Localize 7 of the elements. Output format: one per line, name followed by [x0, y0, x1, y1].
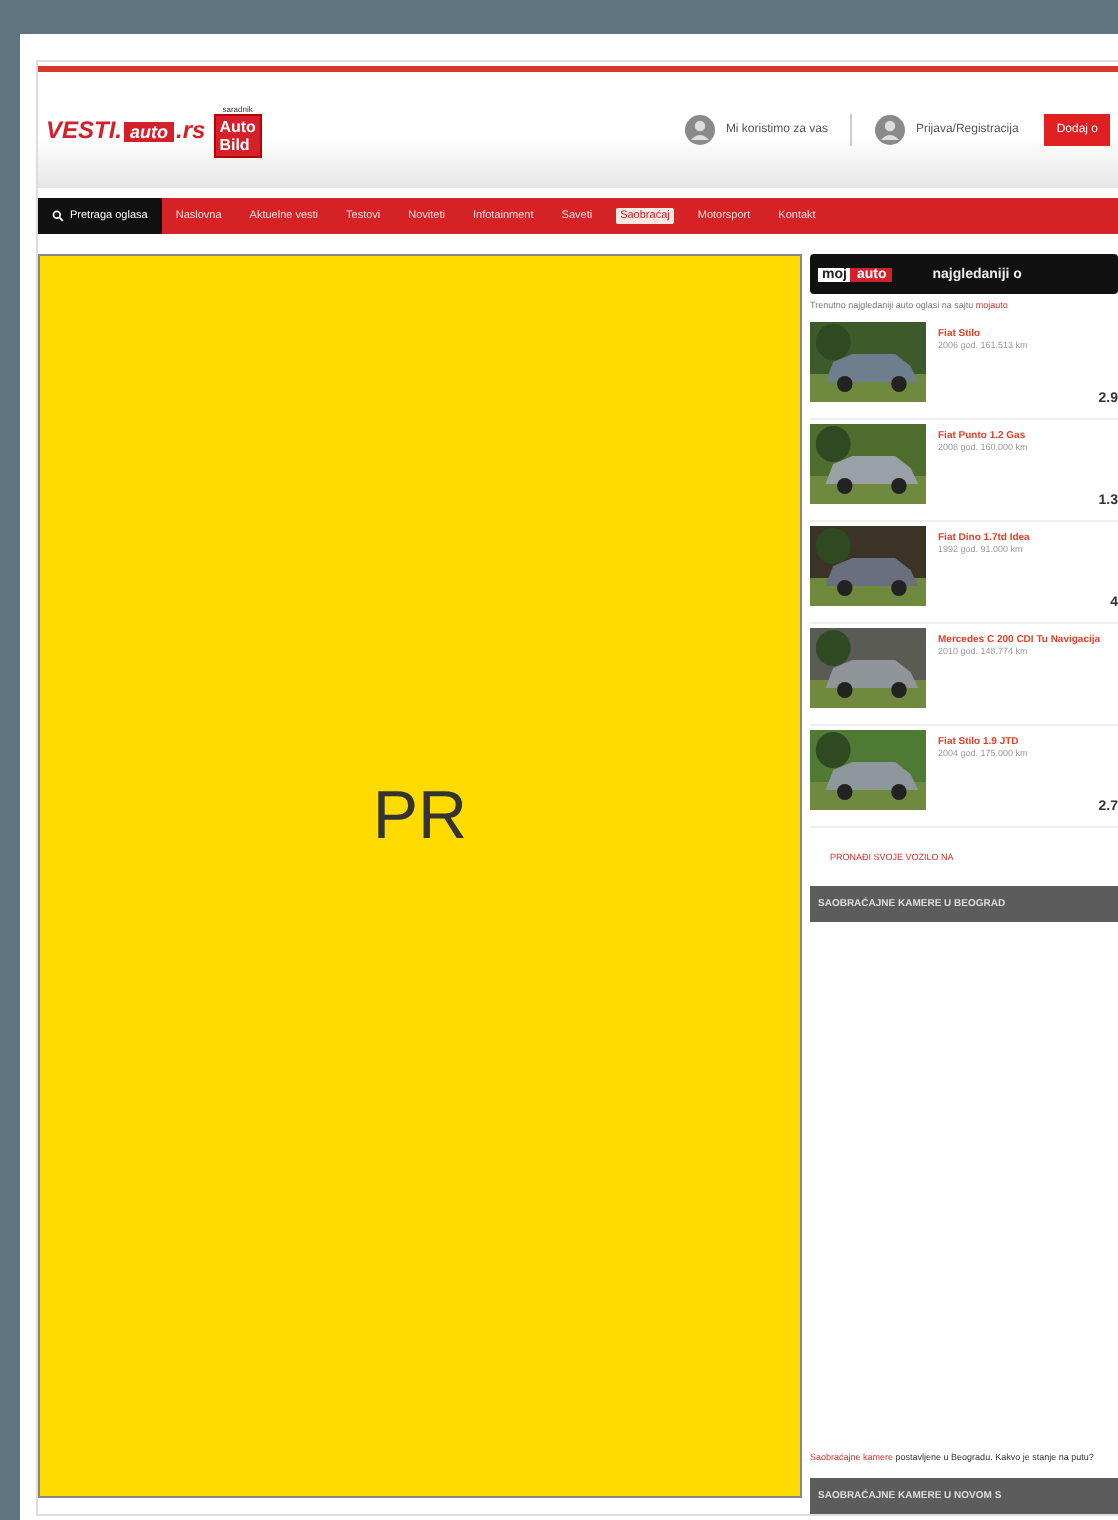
user-icon	[873, 114, 906, 146]
ad-label: PR	[372, 777, 468, 855]
partner-logo[interactable]: Auto Bild	[213, 113, 262, 157]
search-icon	[52, 210, 64, 222]
ad-banner[interactable]: PR	[38, 254, 802, 1498]
user-icon	[683, 114, 716, 146]
site-logo[interactable]: VESTI. auto .rs	[46, 116, 206, 144]
